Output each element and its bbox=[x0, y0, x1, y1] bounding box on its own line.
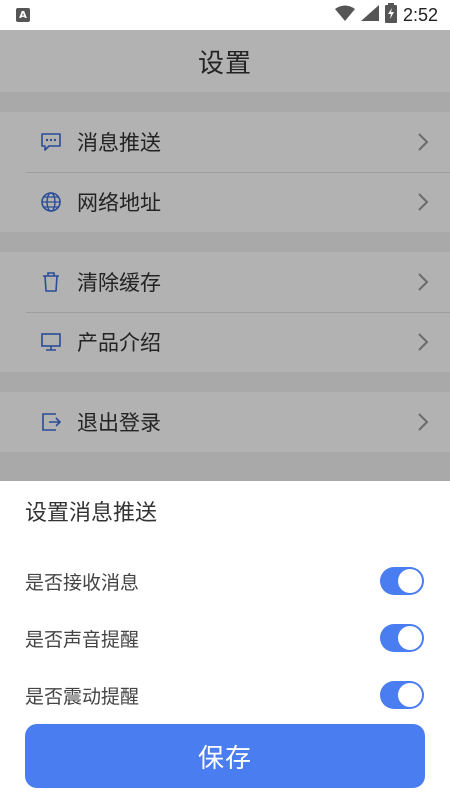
option-sound-alert: 是否声音提醒 bbox=[25, 622, 424, 654]
save-button[interactable]: 保存 bbox=[25, 724, 425, 788]
wifi-icon bbox=[334, 5, 355, 25]
option-vibration-alert: 是否震动提醒 bbox=[25, 679, 424, 711]
status-time: 2:52 bbox=[402, 4, 438, 25]
receive-messages-toggle[interactable] bbox=[380, 567, 424, 595]
sound-alert-toggle[interactable] bbox=[380, 624, 424, 652]
toggle-knob bbox=[398, 683, 422, 707]
push-settings-sheet: 设置消息推送 是否接收消息 是否声音提醒 是否震动提醒 保存 bbox=[0, 481, 450, 800]
sheet-title: 设置消息推送 bbox=[25, 501, 158, 526]
status-bar: A 2:52 bbox=[0, 0, 450, 30]
signal-icon bbox=[360, 5, 379, 25]
option-label: 是否声音提醒 bbox=[25, 628, 140, 651]
option-label: 是否接收消息 bbox=[25, 571, 140, 594]
app-notification-icon: A bbox=[16, 8, 30, 22]
toggle-knob bbox=[398, 569, 422, 593]
option-receive-messages: 是否接收消息 bbox=[25, 565, 424, 597]
toggle-knob bbox=[398, 626, 422, 650]
option-label: 是否震动提醒 bbox=[25, 685, 140, 708]
battery-charging-icon bbox=[384, 3, 397, 27]
vibration-alert-toggle[interactable] bbox=[380, 681, 424, 709]
